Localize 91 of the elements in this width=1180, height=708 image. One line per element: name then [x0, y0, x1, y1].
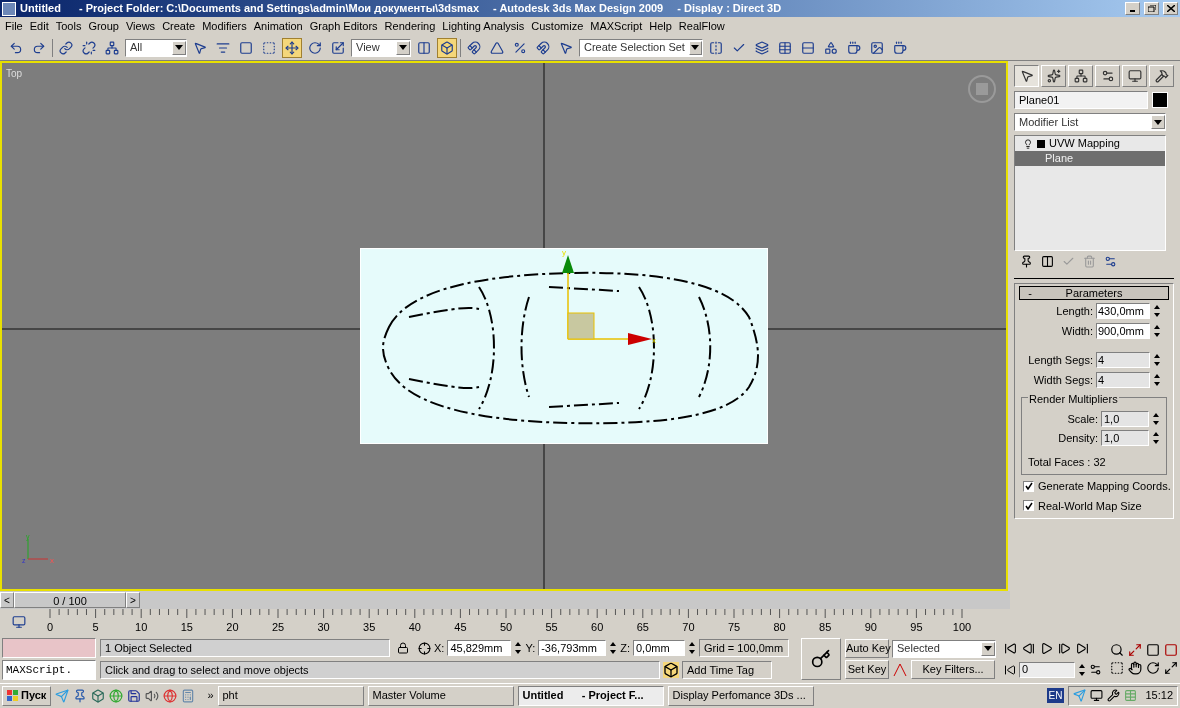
menu-item[interactable]: Lighting Analysis	[439, 17, 528, 35]
parameter-field[interactable]: 900,0mm	[1096, 322, 1150, 339]
window-title: Untitled	[20, 1, 61, 17]
frame-number: 35	[363, 620, 376, 635]
parameter-field[interactable]: 4	[1096, 371, 1150, 388]
parameter-field[interactable]: 1,0	[1101, 410, 1149, 427]
menu-item[interactable]: MAXScript	[587, 17, 646, 35]
axis-label: Z:	[620, 640, 630, 656]
checkbox-label: Generate Mapping Coords.	[1038, 479, 1171, 494]
frame-number: 85	[819, 620, 832, 635]
parameter-field[interactable]: 430,0mm	[1096, 303, 1150, 320]
frame-number: 0	[46, 620, 54, 635]
menu-item[interactable]: Tools	[52, 17, 85, 35]
menu-item[interactable]: RealFlow	[675, 17, 728, 35]
field-label: Scale:	[1067, 411, 1098, 427]
project-folder: - Project Folder: C:\Documents and Settings\admin\Мои документы\3dsmax	[78, 1, 480, 17]
frame-number: 70	[682, 620, 695, 635]
frame-number: 55	[545, 620, 558, 635]
coordinate-dropdown[interactable]: View	[351, 38, 411, 57]
move-gizmo-drawing[interactable]: y x	[562, 251, 658, 351]
menu-item[interactable]: Edit	[26, 17, 52, 35]
frame-number: 25	[271, 620, 285, 635]
key-filters-button[interactable]: Key Filters...	[911, 660, 995, 679]
parameter-field[interactable]: 1,0	[1101, 430, 1149, 447]
selection-set-dropdown[interactable]: Create Selection Set	[579, 38, 703, 57]
listener-field[interactable]: MAXScript.	[2, 660, 96, 680]
y-field[interactable]: -36,793mm	[538, 640, 607, 656]
frame-number: 100	[952, 620, 972, 635]
frame-counter-button[interactable]: 0 / 100	[14, 592, 126, 608]
start-button[interactable]: Пуск	[2, 685, 52, 706]
field-label: Width:	[1061, 323, 1093, 339]
selection-filter-dropdown[interactable]: All	[125, 38, 187, 57]
frame-number: 30	[317, 620, 330, 635]
language-indicator[interactable]: EN	[1046, 688, 1065, 703]
key-mode-dropdown[interactable]: Selected	[892, 639, 996, 658]
rollout-header[interactable]: - Parameters	[1019, 286, 1169, 300]
clock: 15:12	[1145, 688, 1173, 704]
more-icon[interactable]: »	[207, 687, 214, 704]
frame-number: 60	[591, 620, 604, 635]
menu-item[interactable]: Views	[122, 17, 159, 35]
frame-number: 10	[135, 620, 148, 635]
menu-item[interactable]: Animation	[250, 17, 306, 35]
x-field[interactable]: 45,829mm	[447, 640, 512, 656]
field-label: Length:	[1056, 304, 1093, 319]
frame-number: 75	[727, 620, 741, 635]
field-label: Width Segs:	[1033, 372, 1093, 388]
time-tag[interactable]: Add Time Tag	[682, 661, 772, 679]
display-mode: - Display : Direct 3D	[677, 1, 782, 17]
frame-number: 50	[499, 620, 513, 635]
frame-number: 20	[226, 620, 239, 635]
current-frame-field[interactable]: 0	[1019, 661, 1075, 678]
axis-label: Y:	[525, 640, 536, 656]
modifier-list-dropdown[interactable]: Modifier List	[1014, 113, 1166, 131]
frame-number: 65	[636, 620, 649, 635]
stack-item[interactable]: Plane	[1015, 151, 1165, 166]
menu-item[interactable]: Modifiers	[199, 17, 250, 35]
grid-size: Grid = 100,0mm	[699, 639, 789, 657]
frame-number: 40	[408, 620, 421, 635]
taskbar-button[interactable]: Display Perfomance 3Ds ...	[667, 685, 814, 706]
selection-status: 1 Object Selected	[100, 639, 390, 657]
taskbar-button[interactable]: Untitled - Project F...	[517, 685, 664, 706]
menu-item[interactable]: Customize	[528, 17, 587, 35]
menu-item[interactable]: Group	[85, 17, 122, 35]
frame-number: 90	[864, 620, 877, 635]
field-label: Length Segs:	[1028, 353, 1093, 368]
field-label: Density:	[1058, 431, 1098, 446]
frame-number: 5	[92, 620, 99, 635]
menu-item[interactable]: Rendering	[381, 17, 439, 35]
object-name-field[interactable]: Plane01	[1014, 91, 1148, 109]
taskbar-button[interactable]: pht	[217, 685, 364, 706]
set-key-toggle[interactable]: Set Key	[845, 660, 889, 679]
stack-item[interactable]: UVW Mapping	[1015, 136, 1165, 151]
next-frame-button[interactable]: >	[126, 592, 140, 608]
menu-item[interactable]: Help	[646, 17, 675, 35]
frame-number: 15	[180, 620, 193, 635]
frame-number: 95	[910, 620, 923, 635]
track-bar[interactable]: 0 5 10 15 20 25 30 35 40 45 50 55 60 65 70 75 80 85 90 95 100	[46, 609, 986, 635]
parameter-field[interactable]: 4	[1096, 352, 1150, 369]
menu-item[interactable]: Graph Editors	[306, 17, 381, 35]
menu-item[interactable]: File	[2, 17, 26, 35]
frame-number: 80	[773, 620, 786, 635]
auto-key-button[interactable]: Auto Key	[845, 639, 889, 658]
menu-item[interactable]: Create	[159, 17, 199, 35]
app-name: - Autodesk 3ds Max Design 2009	[493, 1, 664, 17]
axis-label: X:	[434, 640, 445, 656]
z-field[interactable]: 0,0mm	[633, 640, 685, 656]
prev-frame-button[interactable]: <	[0, 592, 14, 608]
checkbox-label: Real-World Map Size	[1038, 498, 1142, 514]
total-faces: Total Faces : 32	[1028, 454, 1107, 470]
frame-number: 45	[454, 620, 467, 635]
taskbar-button[interactable]: Master Volume	[367, 685, 514, 706]
